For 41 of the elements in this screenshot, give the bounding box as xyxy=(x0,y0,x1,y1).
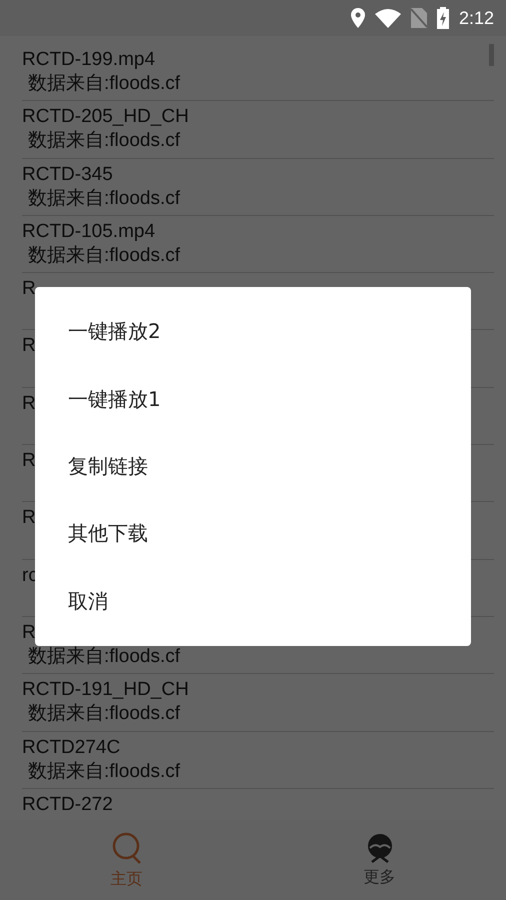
file-title: R xyxy=(22,449,36,474)
location-icon xyxy=(350,8,365,28)
source-text: 数据来自:floods.cf xyxy=(27,244,180,268)
menu-item[interactable]: 取消 xyxy=(35,568,471,636)
file-title: R xyxy=(22,506,36,530)
menu-item[interactable]: 一键播放1 xyxy=(35,365,471,433)
source-text: 数据来自:floods.cf xyxy=(27,702,180,726)
source-text: 数据来自:floods.cf xyxy=(27,760,180,784)
file-title: R xyxy=(22,334,36,358)
nav-tab[interactable]: 更多 xyxy=(253,820,506,900)
file-title: RCTD274C xyxy=(22,736,120,760)
nav-tab[interactable]: 主页 xyxy=(0,820,253,900)
list-item[interactable]: RCTD-191_HD_CH 数据来自:floods.cf xyxy=(22,674,494,732)
clock-time: 2:12 xyxy=(458,8,494,28)
file-title: R xyxy=(22,277,36,302)
file-title: RCTD-105.mp4 xyxy=(22,220,156,244)
file-title: RCTD-191_HD_CH xyxy=(22,678,189,702)
list-item[interactable]: RCTD-199.mp4 数据来自:floods.cf xyxy=(22,44,494,102)
file-title: R xyxy=(22,620,36,645)
file-title: R xyxy=(22,392,36,416)
menu-item[interactable]: 一键播放2 xyxy=(35,298,471,366)
list-item[interactable]: RCTD-205_HD_CH 数据来自:floods.cf xyxy=(22,101,494,159)
source-text: 数据来自:floods.cf xyxy=(27,644,180,669)
file-title: RCTD-345 xyxy=(22,162,113,187)
bowl-icon xyxy=(366,832,392,862)
source-text: 数据来自:floods.cf xyxy=(27,129,180,154)
list-item[interactable]: RCTD-105.mp4 数据来自:floods.cf xyxy=(22,216,494,274)
menu-item[interactable]: 其他下载 xyxy=(35,500,471,568)
file-title: RCTD-205_HD_CH xyxy=(22,105,189,130)
search-icon xyxy=(110,830,142,864)
battery-charging-icon xyxy=(436,7,449,29)
source-text: 数据来自:floods.cf xyxy=(27,186,180,211)
list-item[interactable]: RCTD-345 数据来自:floods.cf xyxy=(22,158,494,216)
list-item[interactable]: RCTD274C 数据来自:floods.cf xyxy=(22,732,494,789)
no-sim-icon xyxy=(410,8,427,28)
source-text: 数据来自:floods.cf xyxy=(27,72,180,96)
file-title: RCTD-272 xyxy=(22,792,113,817)
scrollbar xyxy=(489,44,494,66)
wifi-icon xyxy=(374,8,401,28)
menu-item[interactable]: 复制链接 xyxy=(35,432,471,500)
file-title: RCTD-199.mp4 xyxy=(22,48,156,72)
